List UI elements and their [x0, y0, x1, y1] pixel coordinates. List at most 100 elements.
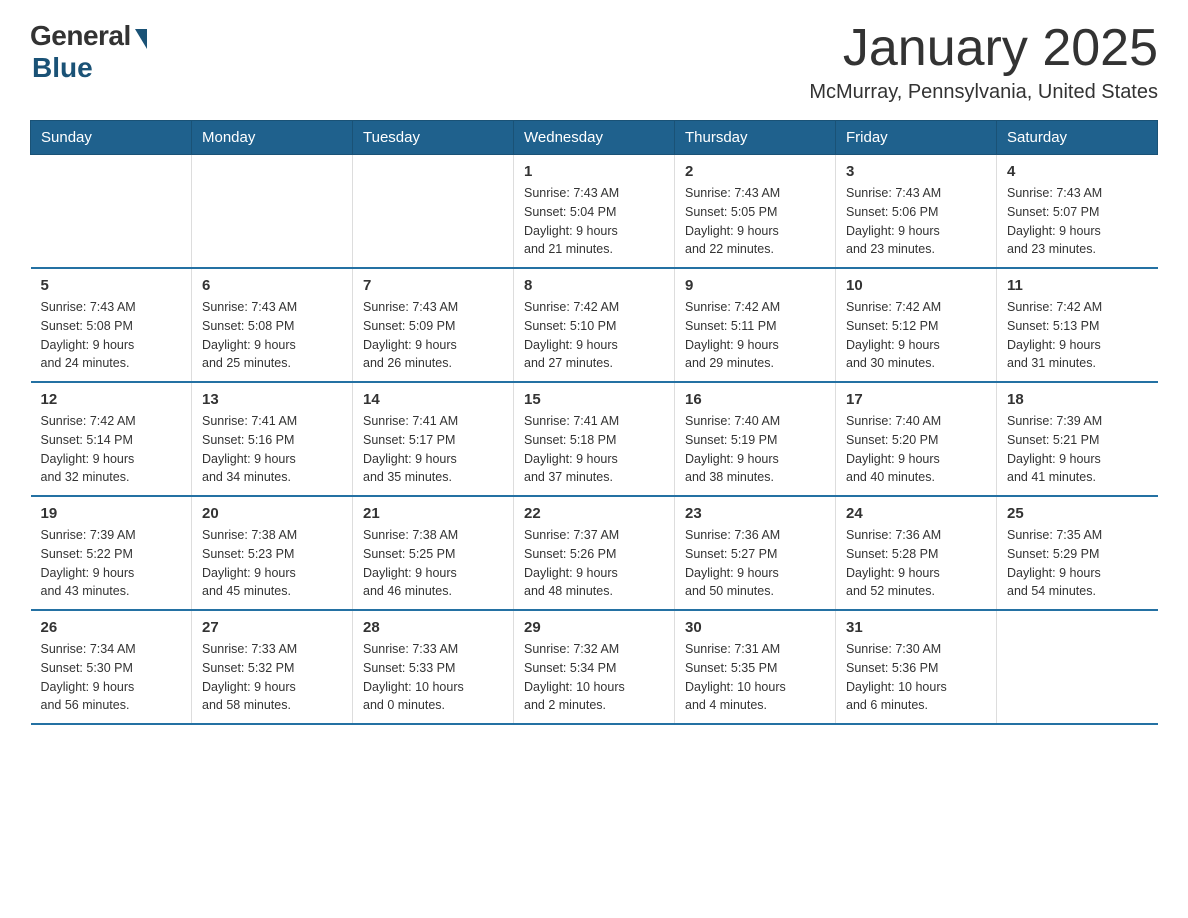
calendar-cell: 31Sunrise: 7:30 AM Sunset: 5:36 PM Dayli…	[836, 610, 997, 724]
calendar-cell	[353, 155, 514, 269]
location-text: McMurray, Pennsylvania, United States	[809, 81, 1158, 104]
calendar-cell: 14 Sunrise: 7:41 AM Sunset: 5:17 PM Dayli…	[353, 382, 514, 496]
logo-blue-text: Blue	[32, 52, 93, 84]
calendar-week-row: 5 Sunrise: 7:43 AM Sunset: 5:08 PM Daylig…	[31, 268, 1158, 382]
page-header: General Blue January 2025 McMurray, Penn…	[30, 20, 1158, 104]
weekday-header-row: SundayMondayTuesdayWednesdayThursdayFrid…	[31, 121, 1158, 155]
calendar-cell: 4 Sunrise: 7:43 AM Sunset: 5:07 PM Daylig…	[997, 155, 1158, 269]
day-info: Sunrise: 7:43 AM Sunset: 5:09 PM Dayligh…	[363, 298, 503, 373]
day-number: 15	[524, 391, 664, 408]
calendar-cell: 11Sunrise: 7:42 AM Sunset: 5:13 PM Dayli…	[997, 268, 1158, 382]
calendar-cell: 28 Sunrise: 7:33 AM Sunset: 5:33 PM Dayli…	[353, 610, 514, 724]
calendar-cell: 6 Sunrise: 7:43 AM Sunset: 5:08 PM Daylig…	[192, 268, 353, 382]
day-number: 14	[363, 391, 503, 408]
day-info: Sunrise: 7:38 AM Sunset: 5:25 PM Dayligh…	[363, 526, 503, 601]
calendar-cell: 5 Sunrise: 7:43 AM Sunset: 5:08 PM Daylig…	[31, 268, 192, 382]
calendar-week-row: 19 Sunrise: 7:39 AM Sunset: 5:22 PM Dayli…	[31, 496, 1158, 610]
calendar-cell: 7 Sunrise: 7:43 AM Sunset: 5:09 PM Daylig…	[353, 268, 514, 382]
calendar-cell: 29 Sunrise: 7:32 AM Sunset: 5:34 PM Dayli…	[514, 610, 675, 724]
day-info: Sunrise: 7:37 AM Sunset: 5:26 PM Dayligh…	[524, 526, 664, 601]
day-number: 22	[524, 505, 664, 522]
calendar-cell: 22 Sunrise: 7:37 AM Sunset: 5:26 PM Dayli…	[514, 496, 675, 610]
day-info: Sunrise: 7:38 AM Sunset: 5:23 PM Dayligh…	[202, 526, 342, 601]
day-info: Sunrise: 7:36 AM Sunset: 5:27 PM Dayligh…	[685, 526, 825, 601]
day-number: 25	[1007, 505, 1148, 522]
calendar-cell: 2Sunrise: 7:43 AM Sunset: 5:05 PM Daylig…	[675, 155, 836, 269]
calendar-cell: 9Sunrise: 7:42 AM Sunset: 5:11 PM Daylig…	[675, 268, 836, 382]
calendar-cell: 1 Sunrise: 7:43 AM Sunset: 5:04 PM Daylig…	[514, 155, 675, 269]
logo-arrow-icon	[135, 29, 147, 49]
weekday-header-wednesday: Wednesday	[514, 121, 675, 155]
day-info: Sunrise: 7:41 AM Sunset: 5:17 PM Dayligh…	[363, 412, 503, 487]
day-info: Sunrise: 7:39 AM Sunset: 5:22 PM Dayligh…	[41, 526, 182, 601]
day-number: 27	[202, 619, 342, 636]
weekday-header-sunday: Sunday	[31, 121, 192, 155]
day-number: 29	[524, 619, 664, 636]
calendar-cell: 20 Sunrise: 7:38 AM Sunset: 5:23 PM Dayli…	[192, 496, 353, 610]
day-number: 1	[524, 163, 664, 180]
day-info: Sunrise: 7:43 AM Sunset: 5:08 PM Dayligh…	[202, 298, 342, 373]
day-number: 3	[846, 163, 986, 180]
day-number: 17	[846, 391, 986, 408]
calendar-cell	[31, 155, 192, 269]
day-info: Sunrise: 7:31 AM Sunset: 5:35 PM Dayligh…	[685, 640, 825, 715]
weekday-header-saturday: Saturday	[997, 121, 1158, 155]
day-info: Sunrise: 7:43 AM Sunset: 5:04 PM Dayligh…	[524, 184, 664, 259]
day-number: 24	[846, 505, 986, 522]
calendar-cell	[997, 610, 1158, 724]
calendar-cell: 24 Sunrise: 7:36 AM Sunset: 5:28 PM Dayli…	[836, 496, 997, 610]
weekday-header-tuesday: Tuesday	[353, 121, 514, 155]
day-number: 30	[685, 619, 825, 636]
day-info: Sunrise: 7:40 AM Sunset: 5:19 PM Dayligh…	[685, 412, 825, 487]
calendar-cell: 18Sunrise: 7:39 AM Sunset: 5:21 PM Dayli…	[997, 382, 1158, 496]
calendar-cell: 30 Sunrise: 7:31 AM Sunset: 5:35 PM Dayli…	[675, 610, 836, 724]
day-info: Sunrise: 7:33 AM Sunset: 5:32 PM Dayligh…	[202, 640, 342, 715]
day-number: 23	[685, 505, 825, 522]
day-info: Sunrise: 7:40 AM Sunset: 5:20 PM Dayligh…	[846, 412, 986, 487]
day-number: 20	[202, 505, 342, 522]
day-number: 21	[363, 505, 503, 522]
day-number: 4	[1007, 163, 1148, 180]
day-number: 26	[41, 619, 182, 636]
calendar-week-row: 12Sunrise: 7:42 AM Sunset: 5:14 PM Dayli…	[31, 382, 1158, 496]
calendar-cell: 27 Sunrise: 7:33 AM Sunset: 5:32 PM Dayli…	[192, 610, 353, 724]
logo-general-text: General	[30, 20, 131, 52]
day-info: Sunrise: 7:43 AM Sunset: 5:08 PM Dayligh…	[41, 298, 182, 373]
day-number: 10	[846, 277, 986, 294]
calendar-cell: 12Sunrise: 7:42 AM Sunset: 5:14 PM Dayli…	[31, 382, 192, 496]
day-number: 5	[41, 277, 182, 294]
calendar-cell: 15 Sunrise: 7:41 AM Sunset: 5:18 PM Dayli…	[514, 382, 675, 496]
calendar-week-row: 26 Sunrise: 7:34 AM Sunset: 5:30 PM Dayli…	[31, 610, 1158, 724]
calendar-cell: 25 Sunrise: 7:35 AM Sunset: 5:29 PM Dayli…	[997, 496, 1158, 610]
title-section: January 2025 McMurray, Pennsylvania, Uni…	[809, 20, 1158, 104]
day-info: Sunrise: 7:35 AM Sunset: 5:29 PM Dayligh…	[1007, 526, 1148, 601]
weekday-header-thursday: Thursday	[675, 121, 836, 155]
calendar-cell: 23 Sunrise: 7:36 AM Sunset: 5:27 PM Dayli…	[675, 496, 836, 610]
calendar-cell: 8Sunrise: 7:42 AM Sunset: 5:10 PM Daylig…	[514, 268, 675, 382]
calendar-cell: 19 Sunrise: 7:39 AM Sunset: 5:22 PM Dayli…	[31, 496, 192, 610]
day-info: Sunrise: 7:30 AM Sunset: 5:36 PM Dayligh…	[846, 640, 986, 715]
day-info: Sunrise: 7:42 AM Sunset: 5:12 PM Dayligh…	[846, 298, 986, 373]
day-number: 6	[202, 277, 342, 294]
calendar-cell: 13Sunrise: 7:41 AM Sunset: 5:16 PM Dayli…	[192, 382, 353, 496]
day-info: Sunrise: 7:36 AM Sunset: 5:28 PM Dayligh…	[846, 526, 986, 601]
day-info: Sunrise: 7:32 AM Sunset: 5:34 PM Dayligh…	[524, 640, 664, 715]
day-info: Sunrise: 7:39 AM Sunset: 5:21 PM Dayligh…	[1007, 412, 1148, 487]
day-number: 28	[363, 619, 503, 636]
calendar-cell: 17 Sunrise: 7:40 AM Sunset: 5:20 PM Dayli…	[836, 382, 997, 496]
day-number: 16	[685, 391, 825, 408]
calendar-cell: 3Sunrise: 7:43 AM Sunset: 5:06 PM Daylig…	[836, 155, 997, 269]
day-number: 7	[363, 277, 503, 294]
calendar-table: SundayMondayTuesdayWednesdayThursdayFrid…	[30, 120, 1158, 725]
day-info: Sunrise: 7:33 AM Sunset: 5:33 PM Dayligh…	[363, 640, 503, 715]
calendar-cell: 21 Sunrise: 7:38 AM Sunset: 5:25 PM Dayli…	[353, 496, 514, 610]
day-info: Sunrise: 7:42 AM Sunset: 5:13 PM Dayligh…	[1007, 298, 1148, 373]
day-info: Sunrise: 7:43 AM Sunset: 5:07 PM Dayligh…	[1007, 184, 1148, 259]
weekday-header-friday: Friday	[836, 121, 997, 155]
weekday-header-monday: Monday	[192, 121, 353, 155]
day-info: Sunrise: 7:42 AM Sunset: 5:11 PM Dayligh…	[685, 298, 825, 373]
day-info: Sunrise: 7:41 AM Sunset: 5:16 PM Dayligh…	[202, 412, 342, 487]
day-number: 19	[41, 505, 182, 522]
day-info: Sunrise: 7:34 AM Sunset: 5:30 PM Dayligh…	[41, 640, 182, 715]
day-info: Sunrise: 7:41 AM Sunset: 5:18 PM Dayligh…	[524, 412, 664, 487]
